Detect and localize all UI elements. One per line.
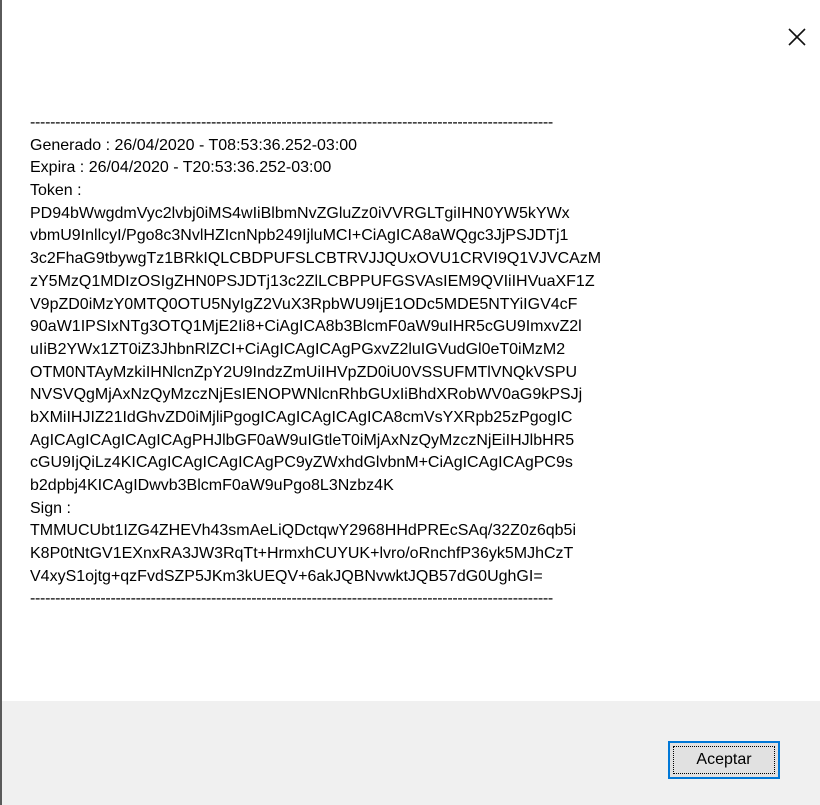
sign-value: TMMUCUbt1IZG4ZHEVh43smAeLiQDctqwY2968HHd…: [30, 520, 800, 588]
token-line: cGU9IjQiLz4KICAgICAgICAgICAgPC9yZWxhdGlv…: [30, 454, 573, 472]
close-button[interactable]: [780, 20, 814, 54]
expires-text: Expira : 26/04/2020 - T20:53:36.252-03:0…: [30, 159, 332, 177]
message-body: ----------------------------------------…: [30, 112, 800, 611]
token-line: 3c2FhaG9tbywgTz1BRkIQLCBDPUFSLCBTRVJJQUx…: [30, 250, 602, 268]
token-line: b2dpbj4KICAgIDwvb3BlcmF0aW9uPgo8L3Nzbz4K: [30, 477, 394, 494]
sign-line: K8P0tNtGV1EXnxRA3JW3RqTt+HrmxhCUYUK+lvro…: [30, 545, 574, 563]
sign-line: V4xyS1ojtg+qzFvdSZP5JKm3kUEQV+6akJQBNvwk…: [30, 567, 543, 585]
token-line: zY5MzQ1MDIzOSIgZHN0PSJDTj13c2ZlLCBPPUFGS…: [30, 272, 595, 290]
token-line: bXMiIHJIZ21IdGhvZD0iMjliPgogICAgICAgICAg…: [30, 408, 573, 426]
divider-top: ----------------------------------------…: [30, 114, 553, 131]
sign-label: Sign :: [30, 499, 71, 517]
token-line: NVSVQgMjAxNzQyMzczNjEsIENOPWNlcnRhbGUxIi…: [30, 386, 583, 404]
token-label: Token :: [30, 182, 82, 200]
token-line: AgICAgICAgICAgICAgPHJlbGF0aW9uIGtleT0iMj…: [30, 431, 575, 449]
generated-text: Generado : 26/04/2020 - T08:53:36.252-03…: [30, 136, 358, 154]
token-line: PD94bWwgdmVyc2lvbj0iMS4wIiBlbmNvZGluZz0i…: [30, 204, 570, 222]
divider-bottom: ----------------------------------------…: [30, 590, 553, 608]
token-line: 90aW1IPSIxNTg3OTQ1MjE2Ii8+CiAgICA8b3Blcm…: [30, 318, 582, 336]
token-line: uIiB2YWx1ZT0iZ3JhbnRlZCI+CiAgICAgICAgPGx…: [30, 340, 566, 358]
accept-button-label: Aceptar: [696, 751, 752, 768]
close-icon: [787, 27, 807, 47]
token-line: vbmU9InllcyI/Pgo8c3NvlHZIcnNpb249IjluMCI…: [30, 227, 569, 245]
dialog-footer: Aceptar: [2, 701, 820, 805]
sign-line: TMMUCUbt1IZG4ZHEVh43smAeLiQDctqwY2968HHd…: [30, 522, 576, 540]
window-left-border: [0, 0, 2, 805]
token-line: OTM0NTAyMzkiIHNlcnZpY2U9IndzZmUiIHVpZD0i…: [30, 363, 578, 381]
accept-button[interactable]: Aceptar: [668, 741, 780, 779]
message-dialog: ----------------------------------------…: [0, 0, 820, 805]
token-line: V9pZD0iMzY0MTQ0OTU5NyIgZ2VuX3RpbWU9IjE1O…: [30, 295, 578, 313]
token-value: PD94bWwgdmVyc2lvbj0iMS4wIiBlbmNvZGluZz0i…: [30, 203, 800, 498]
